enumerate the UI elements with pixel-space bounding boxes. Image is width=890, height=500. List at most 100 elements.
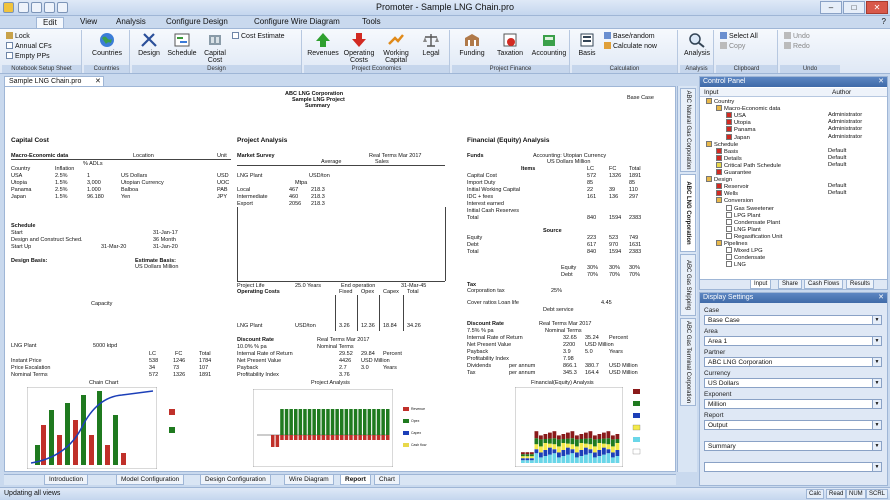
cp-tab-cash-flows[interactable]: Cash Flows [804, 280, 844, 289]
chevron-down-icon[interactable]: ▼ [872, 421, 881, 429]
sheet-tab-model-configuration[interactable]: Model Configuration [116, 475, 185, 485]
financial-bar [570, 438, 575, 445]
countries-button[interactable]: Countries [88, 32, 126, 63]
settings-dropdown[interactable]: Base Case ▼ [704, 315, 882, 325]
tree-item[interactable]: Conversion [716, 197, 886, 204]
tab-edit[interactable]: Edit [36, 17, 64, 28]
vtab-terminal[interactable]: ABC Gas Terminal Corporation [680, 318, 696, 406]
vtab-lng[interactable]: ABC LNG Corporation [680, 174, 696, 252]
chevron-down-icon[interactable]: ▼ [872, 463, 881, 471]
vtab-shipping[interactable]: ABC Gas Shipping [680, 254, 696, 316]
sheet-tab-wire-diagram[interactable]: Wire Diagram [284, 475, 334, 485]
tree-item[interactable]: Reservoir [716, 183, 886, 190]
tree-item[interactable]: Details [716, 154, 886, 162]
tree-item[interactable]: Wells [716, 190, 886, 197]
tree-item[interactable]: LPG Plant [726, 211, 886, 219]
sheet-tab-chart[interactable]: Chart [374, 475, 400, 485]
accounting-button[interactable]: Accounting [530, 32, 568, 63]
tab-configure-design[interactable]: Configure Design [160, 17, 234, 28]
tree-item[interactable]: Schedule [706, 140, 886, 148]
taxation-button[interactable]: Taxation [492, 32, 528, 63]
cp-tab-results[interactable]: Results [846, 280, 875, 289]
analysis-button[interactable]: Analysis [682, 32, 712, 63]
tree-item[interactable]: Critical Path Schedule [716, 161, 886, 169]
settings-dropdown[interactable]: Area 1 ▼ [704, 336, 882, 346]
maximize-button[interactable]: □ [843, 1, 865, 14]
legal-button[interactable]: Legal [416, 32, 446, 63]
tree-item[interactable]: Design [706, 176, 886, 183]
chevron-down-icon[interactable]: ▼ [872, 337, 881, 345]
cost-estimate-checkbox[interactable]: Cost Estimate [232, 32, 285, 41]
close-button[interactable]: ✕ [866, 1, 888, 14]
copy-button[interactable]: Copy [720, 42, 745, 51]
settings-dropdown[interactable]: ABC LNG Corporation ▼ [704, 357, 882, 367]
schedule-button[interactable]: Schedule [166, 32, 198, 63]
opex-bar [358, 435, 362, 440]
chevron-down-icon[interactable]: ▼ [872, 379, 881, 387]
minimize-button[interactable]: – [820, 1, 842, 14]
tab-tools[interactable]: Tools [356, 17, 387, 28]
tree-item[interactable]: Condensate Plant [726, 218, 886, 226]
panel-close-icon[interactable]: ✕ [878, 293, 884, 303]
tree-item[interactable]: Pipelines [716, 240, 886, 247]
tree-item[interactable]: Gas Sweetener [726, 204, 886, 212]
redo-button[interactable]: Redo [784, 42, 810, 51]
basis-button[interactable]: Basis [574, 32, 600, 63]
tree-item[interactable]: Guarantee [716, 169, 886, 176]
tree-item[interactable]: LNG Plant [726, 225, 886, 233]
tree-item[interactable]: Country [706, 98, 886, 105]
revenues-button[interactable]: Revenues [306, 32, 340, 63]
select-all-button[interactable]: Select All [720, 32, 758, 41]
settings-dropdown[interactable]: Summary ▼ [704, 441, 882, 451]
col-input[interactable]: Input [704, 88, 718, 97]
chevron-down-icon[interactable]: ▼ [872, 316, 881, 324]
empty-pps-checkbox[interactable]: Empty PPs [6, 52, 50, 61]
opex-bar [289, 435, 293, 440]
tree-item[interactable]: Macro-Economic data [716, 105, 886, 112]
funds-cell: 22 [587, 187, 594, 193]
tab-view[interactable]: View [74, 17, 103, 28]
chevron-down-icon[interactable]: ▼ [872, 400, 881, 408]
document-icon [726, 204, 732, 211]
tree-item-author: Default [828, 183, 847, 190]
tab-configure-wire-diagram[interactable]: Configure Wire Diagram [248, 17, 346, 28]
pa-payback-nominal: 3.0 [361, 365, 369, 371]
document-tab[interactable]: Sample LNG Chain.pro ✕ [4, 76, 104, 86]
sheet-tab-report[interactable]: Report [340, 475, 371, 485]
financial-bar [521, 452, 525, 455]
chevron-down-icon[interactable]: ▼ [872, 442, 881, 450]
financial-bar [588, 431, 593, 439]
vtab-natural-gas[interactable]: ABC Natural Gas Corporation [680, 88, 696, 172]
settings-dropdown[interactable]: Million ▼ [704, 399, 882, 409]
funding-button[interactable]: Funding [454, 32, 490, 63]
revenue-bar [289, 409, 293, 435]
settings-dropdown[interactable]: ▼ [704, 462, 882, 472]
fin-corp-tax-label: Corporation tax [467, 288, 505, 294]
working-capital-button[interactable]: Working Capital [378, 32, 414, 64]
cp-tab-input[interactable]: Input [750, 280, 772, 289]
tree-item[interactable]: Regasification Unit [726, 232, 886, 240]
sheet-tab-introduction[interactable]: Introduction [44, 475, 88, 485]
tree-item[interactable]: LNG [726, 261, 886, 268]
help-icon[interactable]: ? [882, 17, 886, 26]
tree-item[interactable]: Condensate [726, 254, 886, 261]
chevron-down-icon[interactable]: ▼ [872, 358, 881, 366]
operating-costs-button[interactable]: Operating Costs [342, 32, 376, 64]
cp-tab-share[interactable]: Share [778, 280, 803, 289]
tree-item[interactable]: Basis [716, 147, 886, 155]
close-document-icon[interactable]: ✕ [95, 77, 101, 86]
col-author[interactable]: Author [832, 88, 851, 97]
tree-item[interactable]: Mixed LPG [726, 247, 886, 254]
tab-analysis[interactable]: Analysis [110, 17, 152, 28]
lock-toggle[interactable]: Lock [6, 32, 30, 41]
undo-button[interactable]: Undo [784, 32, 810, 41]
sheet-tab-design-configuration[interactable]: Design Configuration [200, 475, 271, 485]
panel-close-icon[interactable]: ✕ [878, 77, 884, 87]
settings-dropdown[interactable]: Output ▼ [704, 420, 882, 430]
calculate-now-button[interactable]: Calculate now [604, 42, 657, 51]
base-random-button[interactable]: Base/random [604, 32, 655, 41]
settings-dropdown[interactable]: US Dollars ▼ [704, 378, 882, 388]
design-button[interactable]: Design [134, 32, 164, 63]
capital-cost-button[interactable]: Capital Cost [200, 32, 230, 64]
annual-cfs-checkbox[interactable]: Annual CFs [6, 42, 52, 51]
